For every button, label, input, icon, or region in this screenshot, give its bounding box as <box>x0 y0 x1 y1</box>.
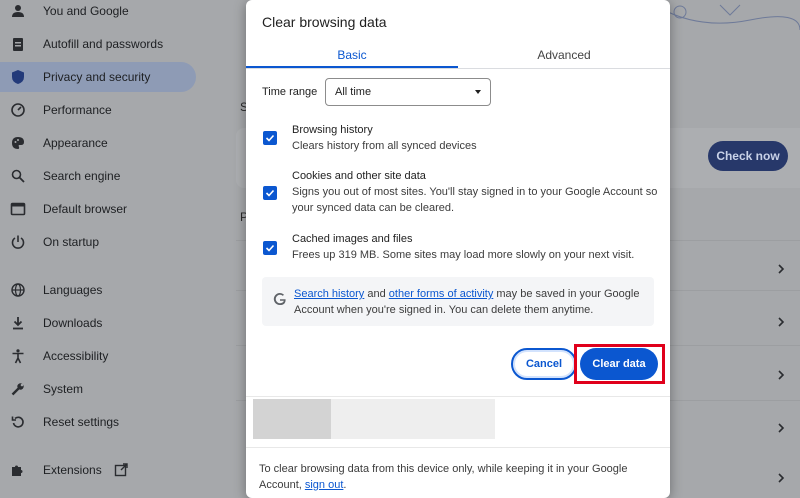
globe-icon <box>10 282 26 298</box>
cached-images-description: Frees up 319 MB. Some sites may load mor… <box>292 249 635 261</box>
other-activity-link[interactable]: other forms of activity <box>389 288 494 300</box>
search-history-link[interactable]: Search history <box>294 288 364 300</box>
sidebar-item-label: You and Google <box>43 4 129 18</box>
checkmark-icon <box>265 189 275 197</box>
sidebar-item-performance[interactable]: Performance <box>0 95 196 125</box>
wrench-icon <box>10 381 26 397</box>
cancel-button[interactable]: Cancel <box>511 348 577 380</box>
sidebar-item-label: Accessibility <box>43 349 109 363</box>
sidebar-item-label: On startup <box>43 235 100 249</box>
checkmark-icon <box>265 134 275 142</box>
sidebar-item-label: Appearance <box>43 136 108 150</box>
accessibility-icon <box>10 348 26 364</box>
sidebar-item-appearance[interactable]: Appearance <box>0 128 196 158</box>
sidebar-item-label: Autofill and passwords <box>43 37 164 51</box>
tab-basic[interactable]: Basic <box>246 42 458 68</box>
time-range-select[interactable]: All time <box>325 78 491 106</box>
sidebar-item-you-and-google[interactable]: You and Google <box>0 0 196 26</box>
sidebar-item-privacy[interactable]: Privacy and security <box>0 62 196 92</box>
sidebar-item-languages[interactable]: Languages <box>0 275 196 305</box>
puzzle-icon <box>10 462 26 478</box>
sidebar-item-autofill[interactable]: Autofill and passwords <box>0 29 196 59</box>
chevron-right-icon[interactable] <box>776 470 786 483</box>
sidebar-item-label: Search engine <box>43 169 121 183</box>
tab-divider <box>246 68 670 69</box>
sidebar-item-label: Performance <box>43 103 112 117</box>
google-logo-icon <box>273 292 287 306</box>
account-avatar-placeholder <box>253 399 331 439</box>
clipboard-icon <box>10 36 26 52</box>
sidebar-item-label: Privacy and security <box>43 70 151 84</box>
search-icon <box>10 168 26 184</box>
account-info-placeholder <box>331 399 495 439</box>
checkmark-icon <box>265 244 275 252</box>
cookies-title: Cookies and other site data <box>292 170 426 182</box>
sidebar-item-label: Default browser <box>43 202 128 216</box>
cached-images-checkbox[interactable] <box>263 241 277 255</box>
cookies-description: Signs you out of most sites. You'll stay… <box>292 186 658 214</box>
reset-icon <box>10 414 26 430</box>
cookies-checkbox[interactable] <box>263 186 277 200</box>
sign-out-footer-text: To clear browsing data from this device … <box>259 463 628 491</box>
check-now-button[interactable]: Check now <box>708 141 788 171</box>
sidebar-item-reset-settings[interactable]: Reset settings <box>0 407 196 437</box>
dialog-title: Clear browsing data <box>262 14 387 30</box>
dialog-divider <box>246 396 670 397</box>
time-range-label: Time range <box>262 86 318 98</box>
person-icon <box>10 3 26 19</box>
sidebar-item-downloads[interactable]: Downloads <box>0 308 196 338</box>
sidebar-item-label: System <box>43 382 84 396</box>
external-link-icon <box>114 463 128 477</box>
sidebar-item-label: Languages <box>43 283 103 297</box>
chevron-right-icon[interactable] <box>776 261 786 274</box>
power-icon <box>10 234 26 250</box>
decorative-illustration <box>659 0 800 40</box>
sidebar-item-label: Downloads <box>43 316 103 330</box>
palette-icon <box>10 135 26 151</box>
sidebar-item-label: Extensions <box>43 463 102 477</box>
google-activity-info-text: Search history and other forms of activi… <box>294 288 640 316</box>
chevron-right-icon[interactable] <box>776 314 786 327</box>
sidebar-item-on-startup[interactable]: On startup <box>0 227 196 257</box>
google-activity-info-box: Search history and other forms of activi… <box>262 277 654 326</box>
download-icon <box>10 315 26 331</box>
sidebar-item-accessibility[interactable]: Accessibility <box>0 341 196 371</box>
sidebar-item-label: Reset settings <box>43 415 120 429</box>
chevron-right-icon[interactable] <box>776 367 786 380</box>
settings-sidebar: You and Google Autofill and passwords Pr… <box>0 0 210 498</box>
browsing-history-description: Clears history from all synced devices <box>292 140 477 152</box>
gauge-icon <box>10 102 26 118</box>
dropdown-caret-icon <box>475 90 481 94</box>
browsing-history-title: Browsing history <box>292 124 373 136</box>
chevron-right-icon[interactable] <box>776 420 786 433</box>
browser-icon <box>10 201 26 217</box>
footer-divider <box>246 447 670 448</box>
shield-icon <box>10 69 26 85</box>
time-range-value: All time <box>335 86 372 98</box>
clear-data-highlight-box <box>574 344 665 384</box>
sign-out-link[interactable]: sign out <box>305 479 344 491</box>
cached-images-title: Cached images and files <box>292 233 413 245</box>
sidebar-item-search-engine[interactable]: Search engine <box>0 161 196 191</box>
sidebar-item-default-browser[interactable]: Default browser <box>0 194 196 224</box>
sidebar-item-extensions[interactable]: Extensions <box>0 455 196 485</box>
clear-browsing-data-dialog: Clear browsing data Basic Advanced Time … <box>246 0 670 498</box>
browsing-history-checkbox[interactable] <box>263 131 277 145</box>
tab-advanced[interactable]: Advanced <box>458 42 670 68</box>
sidebar-item-system[interactable]: System <box>0 374 196 404</box>
